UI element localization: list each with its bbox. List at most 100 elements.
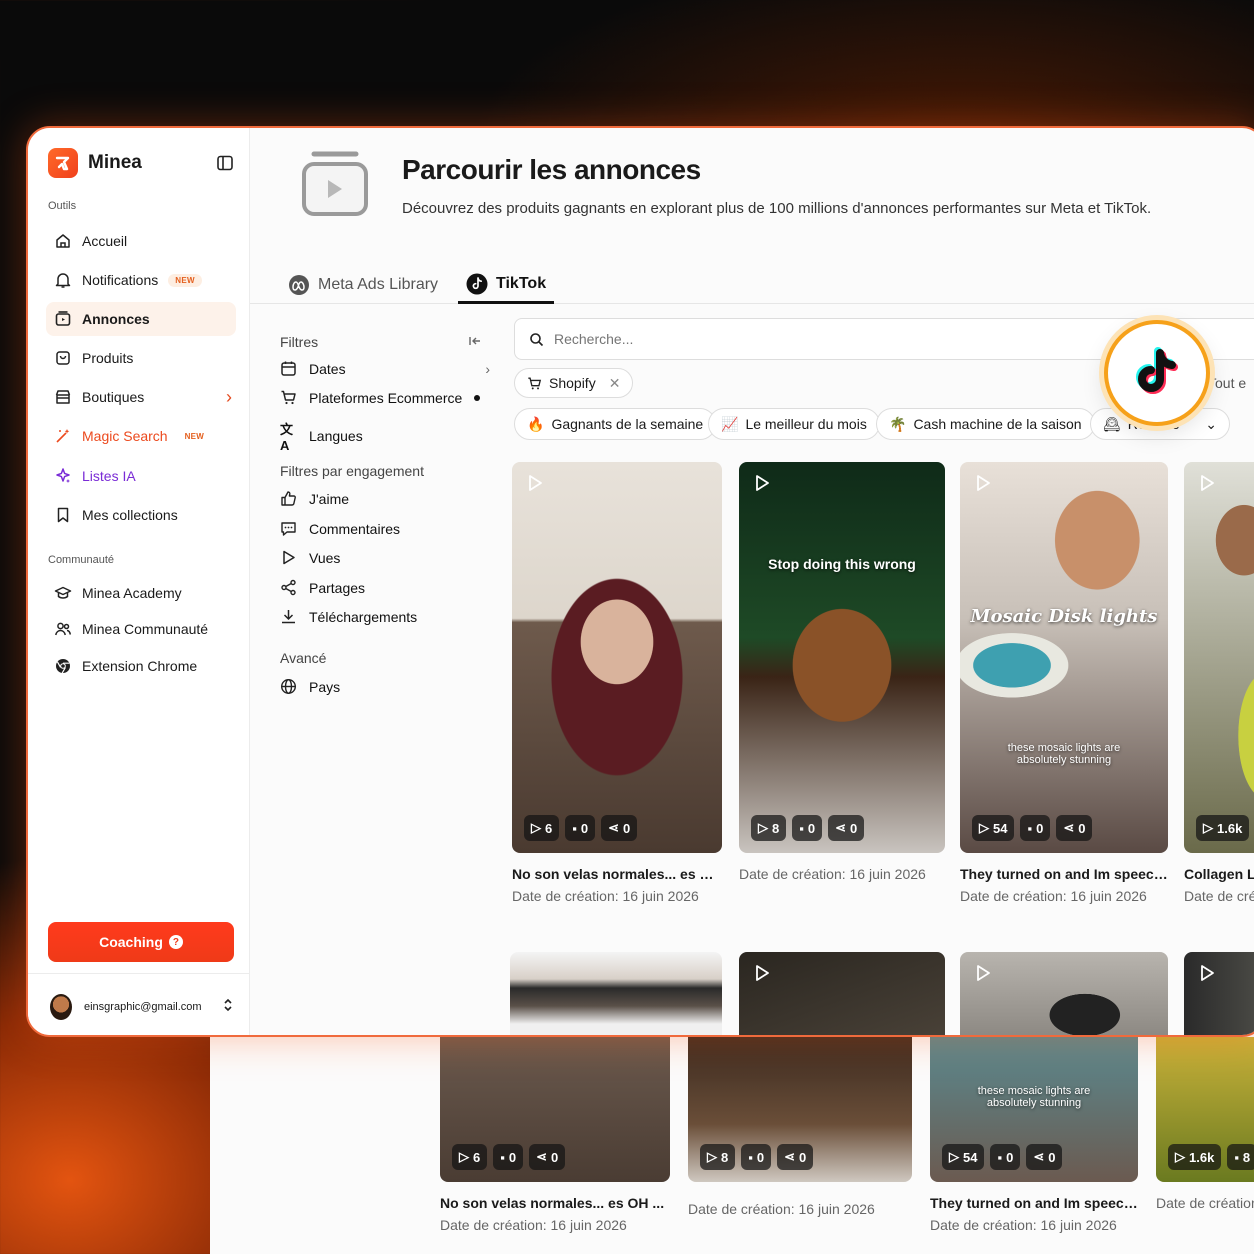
play-icon[interactable]	[1198, 964, 1216, 987]
chevron-updown-icon[interactable]	[222, 997, 234, 1016]
filter-label: Vues	[309, 549, 341, 566]
fire-icon: 🔥	[527, 415, 545, 432]
sidebar-item-extension-chrome[interactable]: Extension Chrome	[46, 649, 236, 683]
sidebar-item-label: Accueil	[82, 233, 128, 249]
sidebar-item-mes-collections[interactable]: Mes collections	[46, 498, 236, 532]
sidebar-item-annonces[interactable]: Annonces	[46, 302, 236, 336]
sidebar-item-minea-communaute[interactable]: Minea Communauté	[46, 612, 236, 646]
filter-label: Plateformes Ecommerce	[309, 389, 463, 406]
comments-stat: ▪ 0	[1020, 815, 1051, 841]
comments-stat: ▪ 0	[565, 815, 596, 841]
sidebar-item-boutiques[interactable]: Boutiques ›	[46, 380, 236, 414]
tab-tiktok[interactable]: TikTok	[458, 266, 555, 304]
all-label: Tout e	[1208, 375, 1247, 391]
filter-pays[interactable]: Pays	[280, 678, 490, 695]
video-thumbnail: ▷ 6 ▪ 0 ⋖ 0	[512, 462, 722, 853]
views-stat: ▷ 1.6k	[1196, 815, 1250, 841]
brand[interactable]: Minea	[48, 148, 142, 178]
translate-icon: 文A	[280, 422, 294, 453]
preset-cash-machine[interactable]: 🌴 Cash machine de la saison	[876, 408, 1095, 440]
video-card-partial[interactable]	[960, 952, 1168, 1035]
new-badge: NEW	[168, 273, 202, 287]
all-toggle[interactable]: Tout e	[1208, 368, 1246, 398]
video-caption: Mosaic Disk lights	[970, 606, 1158, 627]
filter-label: Langues	[309, 428, 363, 444]
coaching-button[interactable]: Coaching?	[48, 922, 234, 962]
card-date: Date de création: 16 juin 2026	[688, 1201, 875, 1217]
stats-bar: ▷ 1.6k ▪ 8	[1168, 1144, 1254, 1170]
stats-bar: ▷ 6 ▪ 0 ⋖ 0	[452, 1144, 566, 1170]
views-stat: ▷ 6	[524, 815, 560, 841]
cart-icon	[528, 377, 542, 389]
filter-telechargements[interactable]: Téléchargements	[280, 608, 490, 625]
chevron-right-icon[interactable]: ›	[226, 387, 232, 408]
video-card[interactable]: Mosaic Disk lights these mosaic lights a…	[960, 462, 1168, 904]
app-window: Minea Outils Accueil Notifications NEW A…	[26, 126, 1254, 1037]
card-title: No son velas normales... es OH ...	[512, 866, 722, 882]
filter-label: Pays	[309, 678, 341, 695]
filter-commentaires[interactable]: Commentaires	[280, 520, 490, 537]
video-card[interactable]: ▷ 8 ▪ 0 ⋖ 0 Date de création: 16 juin 20…	[688, 1037, 912, 1217]
shares-stat: ⋖ 0	[828, 815, 865, 841]
users-icon	[55, 622, 72, 636]
section-tools-label: Outils	[48, 200, 77, 212]
play-icon[interactable]	[974, 474, 992, 497]
views-stat: ▷ 6	[452, 1144, 488, 1170]
play-icon[interactable]	[526, 474, 544, 497]
video-card[interactable]: ▷ 1.6k Collagen Le Date de créa	[1184, 462, 1254, 904]
sidebar-item-notifications[interactable]: Notifications NEW	[46, 263, 236, 297]
sidebar-item-accueil[interactable]: Accueil	[46, 224, 236, 258]
sidebar-item-label: Magic Search	[82, 428, 168, 444]
video-thumbnail: ▷ 1.6k ▪ 8	[1156, 1037, 1254, 1182]
home-icon	[56, 234, 70, 248]
tiktok-badge-icon	[1104, 320, 1210, 426]
play-icon[interactable]	[753, 474, 771, 497]
sidebar-item-label: Extension Chrome	[82, 658, 198, 674]
video-card[interactable]: these mosaic lights are absolutely stunn…	[930, 1037, 1138, 1233]
close-icon[interactable]: ✕	[609, 375, 621, 392]
chip-shopify[interactable]: Shopify ✕	[514, 368, 634, 398]
ads-icon	[55, 311, 71, 326]
video-card-partial[interactable]	[510, 952, 722, 1035]
filter-vues[interactable]: Vues	[280, 549, 490, 566]
video-card[interactable]: Stop doing this wrong ▷ 8 ▪ 0 ⋖ 0 Date d…	[739, 462, 945, 882]
stats-bar: ▷ 54 ▪ 0 ⋖ 0	[942, 1144, 1063, 1170]
filter-jaime[interactable]: J'aime	[280, 490, 490, 507]
preset-meilleur-mois[interactable]: 📈 Le meilleur du mois	[708, 408, 880, 440]
sidebar-item-listes-ia[interactable]: Listes IA	[46, 459, 236, 493]
main-content: Parcourir les annonces Découvrez des pro…	[250, 128, 1254, 1035]
views-stat: ▷ 8	[751, 815, 787, 841]
video-library-icon	[300, 150, 370, 225]
video-card-partial[interactable]	[1184, 952, 1254, 1035]
video-card[interactable]: ▷ 6 ▪ 0 ⋖ 0 No son velas normales... es …	[440, 1037, 670, 1233]
user-menu[interactable]: einsgraphic@gmail.com	[28, 973, 250, 1035]
comments-stat: ▪ 0	[741, 1144, 772, 1170]
sidebar-item-magic-search[interactable]: Magic Search NEW	[46, 419, 236, 453]
thumbs-up-icon	[281, 491, 296, 506]
sidebar-item-produits[interactable]: Produits	[46, 341, 236, 375]
play-icon[interactable]	[974, 964, 992, 987]
preset-gagnants[interactable]: 🔥 Gagnants de la semaine	[514, 408, 717, 440]
filter-dates[interactable]: Dates ›	[280, 360, 490, 377]
video-card[interactable]: ▷ 6 ▪ 0 ⋖ 0 No son velas normales... es …	[512, 462, 722, 904]
filter-langues[interactable]: 文A Langues	[280, 419, 490, 453]
card-date: Date de création: 16 juin 2026	[440, 1217, 627, 1233]
tab-label: TikTok	[496, 274, 547, 292]
chip-label: Le meilleur du mois	[745, 416, 867, 432]
play-icon[interactable]	[753, 964, 771, 987]
search-input[interactable]	[554, 331, 1054, 347]
tab-meta-ads-library[interactable]: Meta Ads Library	[288, 266, 438, 304]
sidebar-toggle-icon[interactable]	[216, 154, 234, 177]
chevron-down-icon[interactable]: ⌄	[1205, 416, 1217, 433]
filter-plateformes[interactable]: Plateformes Ecommerce	[280, 389, 490, 406]
collapse-filters-icon[interactable]	[468, 334, 482, 353]
card-date: Date de création: 16 juin 2026	[960, 888, 1147, 904]
video-card-partial[interactable]	[739, 952, 945, 1035]
page-subtitle: Découvrez des produits gagnants en explo…	[402, 200, 1152, 217]
play-icon[interactable]	[1198, 474, 1216, 497]
sparkle-icon	[56, 468, 70, 483]
chip-label: Cash machine de la saison	[913, 416, 1082, 432]
filter-partages[interactable]: Partages	[280, 579, 490, 596]
video-card[interactable]: ▷ 1.6k ▪ 8 Date de création	[1156, 1037, 1254, 1211]
sidebar-item-minea-academy[interactable]: Minea Academy	[46, 576, 236, 610]
